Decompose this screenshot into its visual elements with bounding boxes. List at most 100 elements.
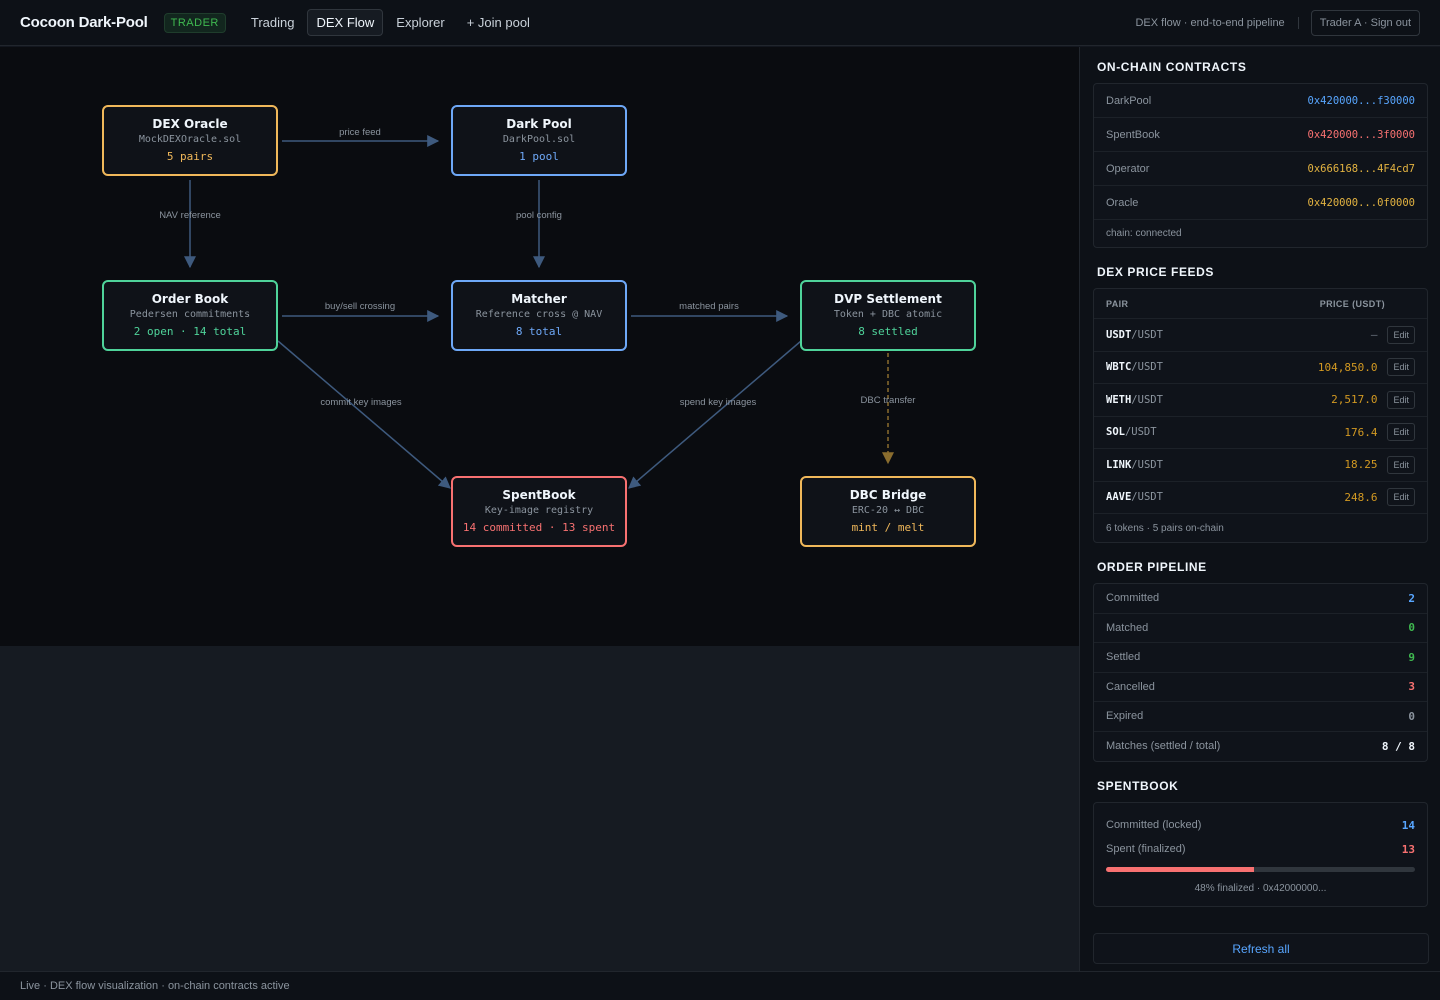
node-dvp-settlement[interactable]: DVP Settlement Token + DBC atomic 8 sett… <box>800 280 976 351</box>
contract-address[interactable]: 0x666168...4F4cd7 <box>1308 163 1415 175</box>
contract-label: Operator <box>1106 162 1150 175</box>
node-dex-oracle[interactable]: DEX Oracle MockDEXOracle.sol 5 pairs <box>102 105 278 176</box>
node-dark-pool[interactable]: Dark Pool DarkPool.sol 1 pool <box>451 105 627 176</box>
edge-commit-key-images <box>277 340 451 489</box>
price-feeds-section-title: DEX PRICE FEEDS <box>1097 265 1215 279</box>
edge-label-pool-config: pool config <box>516 210 562 221</box>
finalized-caption: 48% finalized · 0x42000000... <box>1194 883 1327 894</box>
node-title: Dark Pool <box>506 117 572 131</box>
node-order-book[interactable]: Order Book Pedersen commitments 2 open ·… <box>102 280 278 351</box>
pipeline-row: Committed 2 <box>1094 584 1427 614</box>
pair-base: USDT <box>1106 328 1132 341</box>
spentbook-spent-row: Spent (finalized) 13 <box>1106 837 1415 861</box>
pair-price: 18.25 <box>1344 458 1378 472</box>
node-stat: mint / melt <box>851 521 925 534</box>
price-feeds-panel: PAIR PRICE (USDT) USDT/USDT — Edit WBTC/… <box>1093 288 1428 543</box>
node-spentbook[interactable]: SpentBook Key-image registry 14 committe… <box>451 476 627 547</box>
pair-base: WBTC <box>1106 361 1132 374</box>
committed-label: Committed (locked) <box>1106 819 1202 831</box>
contract-address[interactable]: 0x420000...3f0000 <box>1308 129 1415 141</box>
pipeline-label: Expired <box>1106 710 1144 723</box>
pipeline-value: 2 <box>1408 591 1415 605</box>
pair-quote: /USDT <box>1131 491 1163 504</box>
contract-row: SpentBook 0x420000...3f0000 <box>1094 118 1427 152</box>
pipeline-row: Expired 0 <box>1094 702 1427 732</box>
price-feed-row: WBTC/USDT 104,850.0 Edit <box>1094 352 1427 384</box>
pair-base: WETH <box>1106 393 1132 406</box>
role-badge: TRADER <box>163 12 226 33</box>
pipeline-value: 0 <box>1408 621 1415 635</box>
pipeline-label: Settled <box>1106 651 1141 664</box>
pair-label: SOL/USDT <box>1106 426 1157 438</box>
price-feed-row: LINK/USDT 18.25 Edit <box>1094 449 1427 482</box>
main-nav: Trading DEX Flow Explorer + Join pool <box>242 9 539 36</box>
spentbook-section-title: SPENTBOOK <box>1097 779 1179 793</box>
chain-status: chain: connected <box>1106 228 1182 239</box>
contract-label: DarkPool <box>1106 94 1152 107</box>
contract-label: Oracle <box>1106 196 1139 209</box>
node-title: Order Book <box>151 292 229 306</box>
node-title: DEX Oracle <box>152 117 228 131</box>
node-stat: 8 total <box>515 325 563 338</box>
sign-out-button[interactable]: Trader A · Sign out <box>1310 9 1420 36</box>
nav-dex-flow[interactable]: DEX Flow <box>307 9 384 36</box>
spentbook-committed-row: Committed (locked) 14 <box>1106 813 1415 837</box>
flow-canvas: price feed NAV reference pool config buy… <box>0 47 1079 646</box>
contract-address[interactable]: 0x420000...0f0000 <box>1308 197 1415 209</box>
edge-label-spend-key-images: spend key images <box>680 397 757 408</box>
node-stat: 14 committed · 13 spent <box>462 521 616 534</box>
node-subtitle: ERC-20 ↔ DBC <box>851 505 925 516</box>
pipeline-row: Cancelled 3 <box>1094 673 1427 702</box>
price-feed-row: USDT/USDT — Edit <box>1094 319 1427 352</box>
order-pipeline-section-title: ORDER PIPELINE <box>1097 560 1207 574</box>
contracts-panel: DarkPool 0x420000...f30000 SpentBook 0x4… <box>1093 83 1428 248</box>
top-bar: Cocoon Dark-Pool TRADER Trading DEX Flow… <box>0 0 1440 46</box>
edit-price-button[interactable]: Edit <box>1387 325 1415 344</box>
edit-price-button[interactable]: Edit <box>1387 358 1415 377</box>
pair-price: 104,850.0 <box>1317 360 1378 374</box>
nav-trading[interactable]: Trading <box>242 9 304 36</box>
refresh-all-button[interactable]: Refresh all <box>1093 933 1429 964</box>
node-title: DVP Settlement <box>834 292 942 306</box>
top-right-group: DEX flow · end-to-end pipeline Trader A … <box>1135 9 1420 36</box>
pipeline-value: 9 <box>1408 650 1415 664</box>
pair-base: LINK <box>1106 458 1132 471</box>
canvas-empty-area <box>0 646 1079 971</box>
spent-value: 13 <box>1401 842 1415 856</box>
node-stat: 8 settled <box>858 325 918 338</box>
contract-address[interactable]: 0x420000...f30000 <box>1308 95 1415 107</box>
pair-quote: /USDT <box>1131 361 1163 374</box>
pair-label: WBTC/USDT <box>1106 361 1163 373</box>
pair-label: AAVE/USDT <box>1106 491 1163 503</box>
app-title: Cocoon Dark-Pool <box>20 14 148 31</box>
pair-price: 176.4 <box>1344 425 1378 439</box>
pipeline-label: Cancelled <box>1106 680 1155 693</box>
nav-explorer[interactable]: Explorer <box>387 9 453 36</box>
pipeline-row: Matches (settled / total) 8 / 8 <box>1094 732 1427 762</box>
pair-label: WETH/USDT <box>1106 394 1163 406</box>
node-stat: 1 pool <box>519 150 559 163</box>
spentbook-panel: Committed (locked) 14 Spent (finalized) … <box>1093 802 1428 907</box>
edge-label-price-feed: price feed <box>339 127 381 138</box>
node-matcher[interactable]: Matcher Reference cross @ NAV 8 total <box>451 280 627 351</box>
node-subtitle: Key-image registry <box>484 505 594 516</box>
edge-label-buy-sell-crossing: buy/sell crossing <box>325 301 395 312</box>
view-subtitle: DEX flow · end-to-end pipeline <box>1135 16 1299 29</box>
edit-price-button[interactable]: Edit <box>1387 423 1415 442</box>
node-dbc-bridge[interactable]: DBC Bridge ERC-20 ↔ DBC mint / melt <box>800 476 976 547</box>
node-stat: 2 open · 14 total <box>133 325 247 338</box>
contracts-section-title: ON-CHAIN CONTRACTS <box>1097 60 1247 74</box>
pipeline-value: 0 <box>1408 709 1415 723</box>
pair-base: SOL <box>1106 426 1125 439</box>
pair-price: 248.6 <box>1344 490 1378 504</box>
contract-label: SpentBook <box>1106 128 1160 141</box>
edit-price-button[interactable]: Edit <box>1387 390 1415 409</box>
edit-price-button[interactable]: Edit <box>1387 455 1415 474</box>
edit-price-button[interactable]: Edit <box>1387 488 1415 507</box>
nav-join-pool[interactable]: + Join pool <box>458 9 539 36</box>
node-subtitle: MockDEXOracle.sol <box>138 134 242 145</box>
node-subtitle: Reference cross @ NAV <box>475 309 603 320</box>
pipeline-label: Matches (settled / total) <box>1106 740 1221 753</box>
edge-label-nav-reference: NAV reference <box>159 210 221 221</box>
col-price: PRICE (USDT) <box>1319 298 1385 309</box>
